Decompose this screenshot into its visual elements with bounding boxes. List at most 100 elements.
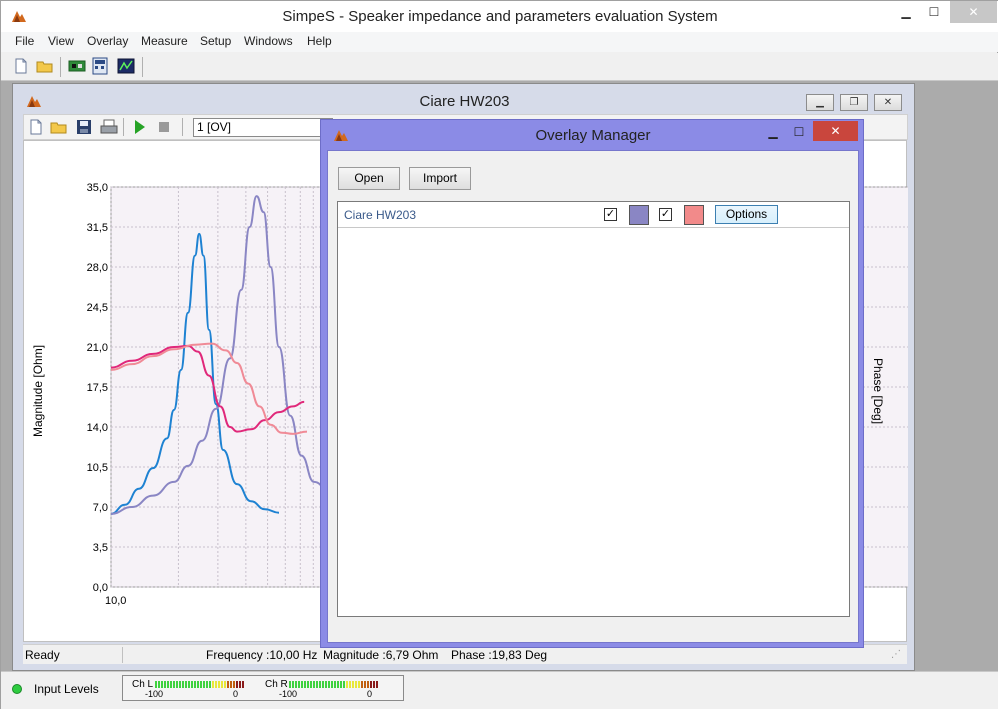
meter-segment (164, 681, 166, 688)
status-separator (122, 647, 123, 663)
meter-segment (179, 681, 181, 688)
play-icon[interactable] (130, 118, 148, 136)
magnitude-color-swatch[interactable] (629, 205, 649, 225)
x-tick-labels: 10,0 (105, 595, 126, 607)
toolbar-separator (182, 118, 183, 136)
child-restore-button[interactable]: ❐ (840, 94, 868, 111)
new-file-icon[interactable] (12, 57, 30, 75)
meter-segment (155, 681, 157, 688)
hardware-board-icon[interactable] (68, 57, 86, 75)
stop-icon[interactable] (155, 118, 173, 136)
meter-segment (289, 681, 291, 688)
menu-bar: File View Overlay Measure Setup Windows … (1, 32, 998, 52)
y-tick-label: 0,0 (93, 582, 108, 594)
meter-segment (343, 681, 345, 688)
x-tick-label: 10,0 (105, 595, 126, 607)
import-button[interactable]: Import (409, 167, 471, 190)
y2-axis-label: Phase [Deg] (871, 358, 885, 424)
toolbar-separator (123, 118, 124, 136)
menu-setup[interactable]: Setup (200, 34, 231, 48)
meter-segment (307, 681, 309, 688)
list-item: Ciare HW203 ✓ ✓ Options (338, 202, 849, 228)
menu-help[interactable]: Help (307, 34, 332, 48)
overlay-close-button[interactable]: ✕ (813, 121, 858, 141)
meter-segment (349, 681, 351, 688)
menu-view[interactable]: View (48, 34, 74, 48)
app-window: SimpeS - Speaker impedance and parameter… (0, 0, 998, 709)
meter-segment (173, 681, 175, 688)
meter-segment (230, 681, 232, 688)
meter-segment (310, 681, 312, 688)
meter-segment (313, 681, 315, 688)
main-toolbar (1, 53, 998, 81)
meter-segment (295, 681, 297, 688)
meter-segment (170, 681, 172, 688)
phase-color-swatch[interactable] (684, 205, 704, 225)
menu-file[interactable]: File (15, 34, 34, 48)
meter-segment (203, 681, 205, 688)
y-tick-label: 7,0 (93, 502, 108, 514)
meter-segment (215, 681, 217, 688)
meter-segment (301, 681, 303, 688)
phase-visible-checkbox[interactable]: ✓ (659, 208, 672, 221)
meter-segment (355, 681, 357, 688)
meter-segment (224, 681, 226, 688)
meter-segment (358, 681, 360, 688)
input-levels-label: Input Levels (34, 682, 99, 696)
menu-windows[interactable]: Windows (244, 34, 293, 48)
meter-segment (316, 681, 318, 688)
open-folder-icon[interactable] (50, 118, 68, 136)
maximize-button[interactable]: ☐ (919, 1, 949, 23)
overlay-maximize-button[interactable]: ☐ (787, 122, 811, 142)
meter-segment (176, 681, 178, 688)
magnitude-visible-checkbox[interactable]: ✓ (604, 208, 617, 221)
y-tick-label: 10,5 (87, 462, 108, 474)
calculator-icon[interactable] (91, 57, 109, 75)
ch-r-meter (289, 681, 381, 688)
y-tick-label: 3,5 (93, 542, 108, 554)
meter-segment (200, 681, 202, 688)
meter-segment (325, 681, 327, 688)
toolbar-separator (60, 57, 61, 77)
child-minimize-button[interactable]: ▁ (806, 94, 834, 111)
meter-segment (346, 681, 348, 688)
options-button[interactable]: Options (715, 205, 778, 224)
y-tick-labels: 35,0 31,5 28,0 24,5 21,0 17,5 14,0 10,5 7,0 3,5 0,… (87, 182, 108, 594)
meter-segment (167, 681, 169, 688)
ch-l-meter (155, 681, 247, 688)
y-tick-label: 24,5 (87, 302, 108, 314)
level-meter-panel: Ch L -100 0 Ch R -100 0 (122, 675, 404, 701)
graph-window-icon[interactable] (117, 57, 135, 75)
status-phase: Phase :19,83 Deg (451, 648, 548, 662)
menu-measure[interactable]: Measure (141, 34, 188, 48)
overlay-manager-body: Open Import Ciare HW203 ✓ ✓ Options (327, 150, 859, 643)
open-button[interactable]: Open (338, 167, 400, 190)
new-file-icon[interactable] (27, 118, 45, 136)
save-disk-icon[interactable] (75, 118, 93, 136)
meter-segment (161, 681, 163, 688)
overlay-selector[interactable]: 1 [OV] (193, 118, 333, 137)
meter-segment (292, 681, 294, 688)
print-icon[interactable] (100, 118, 118, 136)
y-tick-label: 28,0 (87, 262, 108, 274)
menu-overlay[interactable]: Overlay (87, 34, 128, 48)
overlay-minimize-button[interactable]: ▁ (761, 122, 785, 142)
meter-segment (158, 681, 160, 688)
child-close-button[interactable]: ✕ (874, 94, 902, 111)
minimize-button[interactable]: ▁ (891, 1, 921, 23)
open-folder-icon[interactable] (36, 57, 54, 75)
meter-segment (182, 681, 184, 688)
meter-segment (194, 681, 196, 688)
y-tick-label: 35,0 (87, 182, 108, 194)
overlay-item-name[interactable]: Ciare HW203 (344, 208, 416, 222)
resize-grip-icon[interactable]: ⋰ (891, 649, 903, 661)
ch-l-min: -100 (145, 689, 164, 699)
status-frequency: Frequency :10,00 Hz (206, 648, 318, 662)
y-tick-label: 21,0 (87, 342, 108, 354)
meter-segment (239, 681, 241, 688)
close-button[interactable]: ✕ (950, 1, 997, 23)
y-axis-label: Magnitude [Ohm] (31, 345, 45, 437)
app-title: SimpeS - Speaker impedance and parameter… (282, 8, 718, 25)
meter-segment (236, 681, 238, 688)
input-levels-bar: Input Levels Ch L -100 0 Ch R -100 0 (1, 671, 998, 709)
